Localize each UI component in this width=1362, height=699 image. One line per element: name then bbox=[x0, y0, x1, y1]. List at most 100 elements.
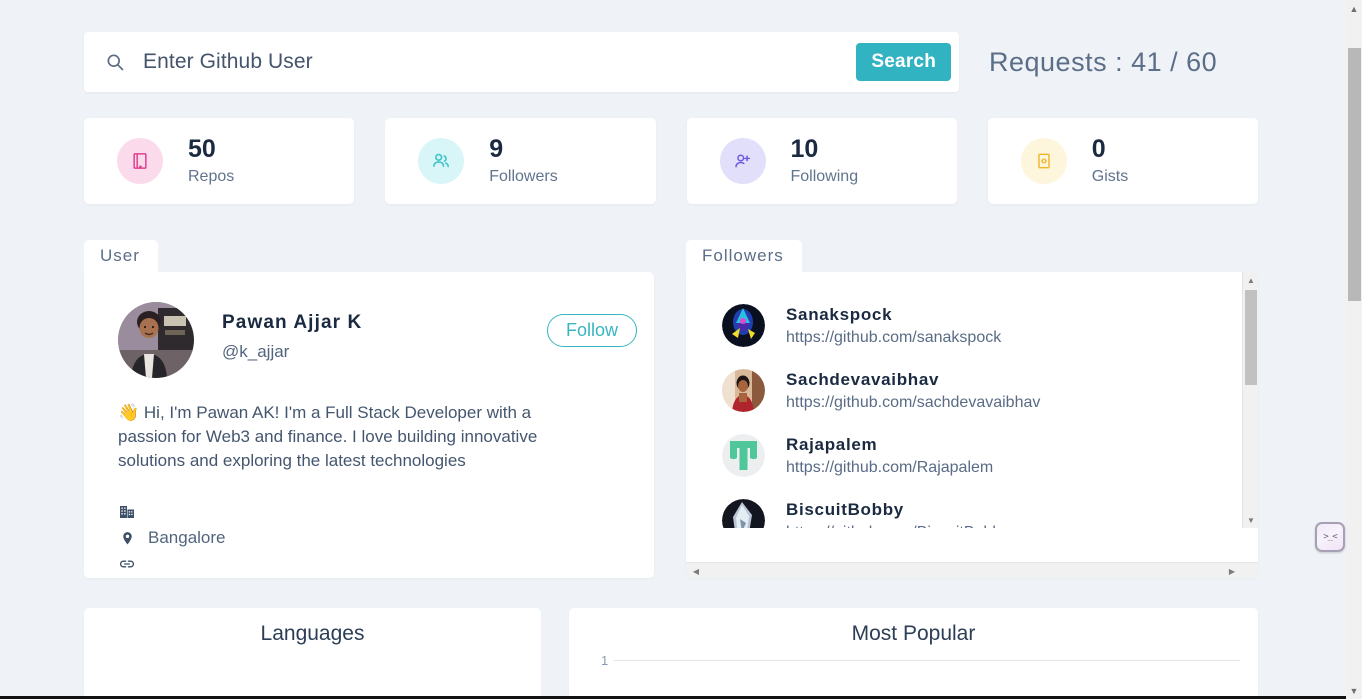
list-item[interactable]: Rajapalem https://github.com/Rajapalem bbox=[686, 423, 1240, 488]
most-popular-axis: 1 bbox=[569, 653, 1258, 699]
avatar bbox=[722, 499, 765, 528]
page-vertical-scrollbar[interactable]: ▲ ▼ bbox=[1346, 0, 1362, 699]
followers-panel-body: Sanakspock https://github.com/sanakspock bbox=[686, 272, 1258, 578]
tab-followers[interactable]: Followers bbox=[686, 240, 802, 272]
tab-user[interactable]: User bbox=[84, 240, 158, 272]
page-scrollbar-thumb[interactable] bbox=[1348, 48, 1361, 301]
follower-name: Sachdevavaibhav bbox=[786, 369, 940, 389]
stat-label-followers: Followers bbox=[489, 167, 558, 185]
book-icon bbox=[133, 153, 147, 169]
scroll-up-arrow-icon[interactable]: ▲ bbox=[1243, 272, 1259, 288]
scrollbar-thumb[interactable] bbox=[1245, 290, 1257, 385]
list-item[interactable]: Sanakspock https://github.com/sanakspock bbox=[686, 293, 1240, 358]
assistant-widget-button[interactable]: >_< bbox=[1315, 522, 1345, 552]
follower-url[interactable]: https://github.com/sanakspock bbox=[786, 329, 1001, 347]
most-popular-chart-title: Most Popular bbox=[851, 622, 976, 645]
user-meta-list: Bangalore bbox=[84, 473, 654, 577]
tab-user-label: User bbox=[100, 246, 140, 265]
code-square-icon-circle bbox=[1020, 138, 1067, 184]
avatar-image bbox=[722, 369, 765, 412]
followers-scroll-area[interactable]: Sanakspock https://github.com/sanakspock bbox=[686, 272, 1258, 528]
location-pin-icon bbox=[118, 529, 136, 547]
search-icon bbox=[104, 51, 126, 73]
scroll-down-arrow-icon[interactable]: ▼ bbox=[1243, 512, 1259, 528]
user-panel-body: Pawan Ajjar K @k_ajjar Follow 👋 Hi, I'm … bbox=[84, 272, 654, 578]
followers-list: Sanakspock https://github.com/sanakspock bbox=[686, 272, 1240, 528]
stat-value-gists: 0 bbox=[1091, 135, 1106, 164]
follower-url[interactable]: https://github.com/BiscuitBobby bbox=[786, 524, 1009, 529]
tab-followers-label: Followers bbox=[702, 246, 784, 265]
follower-url[interactable]: https://github.com/sachdevavaibhav bbox=[786, 394, 1040, 412]
stat-card-followers: 9 Followers bbox=[385, 118, 656, 204]
avatar bbox=[722, 369, 765, 412]
stat-label-following: Following bbox=[790, 167, 859, 185]
stat-text-following: 10 Following bbox=[791, 136, 859, 185]
user-handle: @k_ajjar bbox=[222, 342, 290, 361]
building-icon bbox=[118, 503, 136, 521]
user-plus-icon bbox=[735, 153, 750, 167]
stat-card-repos: 50 Repos bbox=[84, 118, 355, 204]
y-axis-tick-label: 1 bbox=[601, 653, 609, 668]
code-square-icon bbox=[1038, 153, 1050, 169]
follower-name: Rajapalem bbox=[786, 434, 878, 454]
user-meta-company bbox=[118, 499, 654, 525]
list-item-text: BiscuitBobby https://github.com/BiscuitB… bbox=[786, 500, 1009, 529]
avatar-image bbox=[722, 304, 765, 347]
stats-row: 50 Repos 9 Followers 10 Following 0 Gist… bbox=[84, 118, 1258, 204]
scroll-right-arrow-icon[interactable]: ▶ bbox=[1224, 563, 1240, 579]
scroll-left-arrow-icon[interactable]: ◀ bbox=[688, 563, 704, 579]
stat-text-followers: 9 Followers bbox=[489, 136, 557, 185]
link-icon bbox=[118, 555, 136, 573]
list-item-text: Sachdevavaibhav https://github.com/sachd… bbox=[786, 370, 1040, 412]
follower-url[interactable]: https://github.com/Rajapalem bbox=[786, 459, 993, 477]
stat-value-followers: 9 bbox=[489, 135, 504, 164]
stat-card-following: 10 Following bbox=[686, 118, 957, 204]
search-button[interactable]: Search bbox=[856, 43, 951, 81]
stat-text-gists: 0 Gists bbox=[1092, 136, 1128, 185]
avatar-image bbox=[722, 499, 765, 528]
book-icon-circle bbox=[117, 138, 163, 184]
page-scroll-down-arrow-icon[interactable]: ▼ bbox=[1346, 682, 1362, 699]
followers-vertical-scrollbar[interactable]: ▲ ▼ bbox=[1242, 272, 1258, 528]
users-icon-circle bbox=[418, 138, 465, 184]
most-popular-chart-card: Most Popular 1 bbox=[569, 608, 1258, 699]
avatar bbox=[722, 304, 765, 347]
face-icon: >_< bbox=[1323, 532, 1337, 542]
follower-name: Sanakspock bbox=[786, 304, 893, 324]
search-input[interactable] bbox=[126, 50, 857, 74]
list-item-text: Rajapalem https://github.com/Rajapalem bbox=[786, 435, 993, 477]
list-item[interactable]: BiscuitBobby https://github.com/BiscuitB… bbox=[686, 488, 1240, 528]
search-row: Search Requests : 41 / 60 bbox=[84, 32, 1258, 92]
user-header: Pawan Ajjar K @k_ajjar Follow bbox=[84, 272, 654, 378]
gridline bbox=[614, 660, 1240, 661]
users-icon bbox=[433, 153, 450, 168]
follower-name: BiscuitBobby bbox=[786, 499, 904, 519]
avatar bbox=[118, 302, 194, 378]
languages-chart-card: Languages bbox=[84, 608, 541, 699]
user-identity: Pawan Ajjar K @k_ajjar bbox=[222, 302, 362, 362]
list-item[interactable]: Sachdevavaibhav https://github.com/sachd… bbox=[686, 358, 1240, 423]
stat-card-gists: 0 Gists bbox=[987, 118, 1258, 204]
followers-horizontal-scrollbar[interactable]: ◀ ▶ bbox=[686, 562, 1258, 578]
list-item-text: Sanakspock https://github.com/sanakspock bbox=[786, 305, 1001, 347]
user-panel: User Pawan Ajjar K @k_ajjar Follow 👋 Hi,… bbox=[84, 240, 654, 578]
user-meta-location: Bangalore bbox=[118, 525, 654, 551]
charts-row: Languages Most Popular 1 bbox=[84, 608, 1258, 699]
stat-value-following: 10 bbox=[790, 135, 819, 164]
languages-chart-title: Languages bbox=[260, 622, 365, 645]
stat-text-repos: 50 Repos bbox=[188, 136, 234, 185]
stat-value-repos: 50 bbox=[188, 135, 216, 164]
follow-button[interactable]: Follow bbox=[546, 314, 637, 347]
stat-label-repos: Repos bbox=[188, 167, 235, 185]
user-location: Bangalore bbox=[148, 528, 226, 547]
browser-viewport: Search Requests : 41 / 60 50 Repos bbox=[0, 0, 1362, 699]
user-name: Pawan Ajjar K bbox=[222, 312, 363, 333]
requests-counter: Requests : 41 / 60 bbox=[989, 46, 1218, 77]
panels-row: User Pawan Ajjar K @k_ajjar Follow 👋 Hi,… bbox=[84, 240, 1258, 578]
page-scroll-up-arrow-icon[interactable]: ▲ bbox=[1346, 0, 1362, 17]
search-box[interactable]: Search bbox=[84, 32, 959, 92]
app-page: Search Requests : 41 / 60 50 Repos bbox=[0, 0, 1346, 699]
avatar bbox=[722, 434, 765, 477]
user-plus-icon-circle bbox=[719, 138, 766, 184]
avatar-image bbox=[722, 434, 765, 477]
